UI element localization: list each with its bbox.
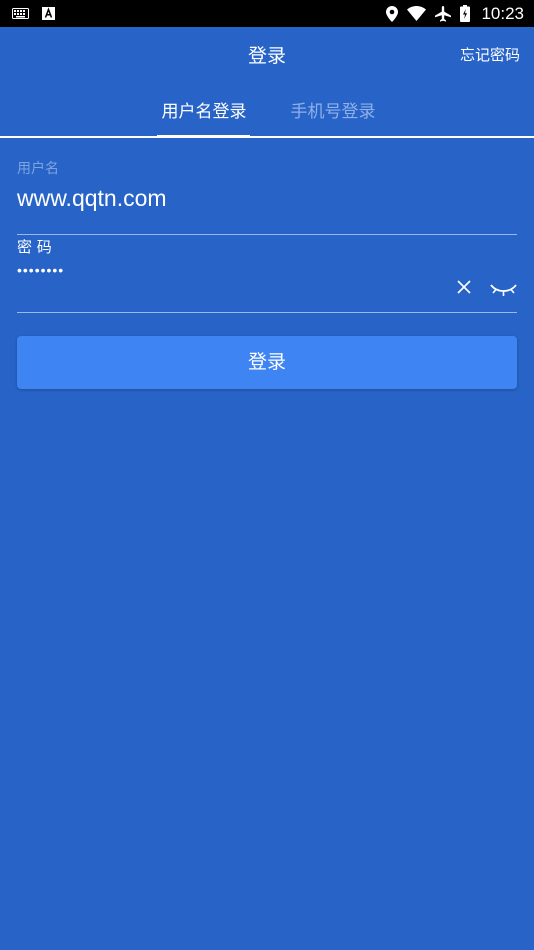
text-input-icon [42,7,55,20]
status-time: 10:23 [481,3,524,23]
username-underline [17,234,517,235]
location-icon [386,5,399,22]
login-tabs: 用户名登录 手机号登录 [0,83,534,138]
battery-icon [460,5,471,22]
page-title: 登录 [247,45,286,67]
wifi-icon [407,6,427,21]
keyboard-icon [12,8,29,19]
forgot-password-link[interactable]: 忘记密码 [460,44,520,65]
active-tab-indicator [157,135,250,137]
username-label: 用户名 [17,161,59,177]
status-right-icons: 10:23 [386,0,524,27]
airplane-icon [435,5,452,22]
password-underline [17,312,517,313]
eye-closed-icon[interactable] [490,282,517,298]
status-left-icons [12,6,55,21]
tab-username-login[interactable]: 用户名登录 [156,97,252,122]
tab-phone-login[interactable]: 手机号登录 [286,97,380,122]
password-label: 密 码 [17,238,52,256]
clear-icon[interactable] [456,279,472,295]
password-input[interactable]: •••••••• [17,262,437,278]
username-input[interactable]: www.qqtn.com [17,185,457,212]
app-bar: 登录 忘记密码 [0,27,534,83]
login-button[interactable]: 登录 [17,336,517,389]
status-bar: 10:23 [0,0,534,27]
